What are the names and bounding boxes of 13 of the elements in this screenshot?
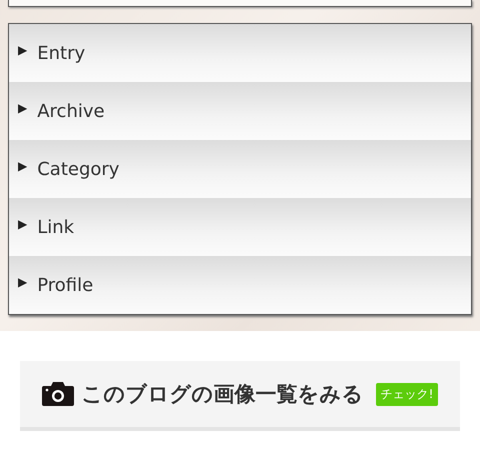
triangle-icon: ▶ — [18, 42, 28, 58]
triangle-icon: ▶ — [18, 100, 28, 116]
menu-item[interactable]: ▶ Link — [9, 198, 471, 256]
triangle-icon: ▶ — [18, 158, 28, 174]
triangle-icon: ▶ — [18, 216, 28, 232]
menu-item[interactable]: ▶ Category — [9, 140, 471, 198]
image-list-button[interactable]: このブログの画像一覧をみる チェック! — [20, 361, 460, 431]
triangle-icon: ▶ — [18, 274, 28, 290]
camera-icon — [42, 381, 74, 407]
check-badge: チェック! — [376, 382, 438, 406]
menu-item[interactable]: ▶ Archive — [9, 82, 471, 140]
menu-item[interactable]: ▶ Profile — [9, 256, 471, 314]
menu-item[interactable]: ▶ Entry — [9, 24, 471, 82]
